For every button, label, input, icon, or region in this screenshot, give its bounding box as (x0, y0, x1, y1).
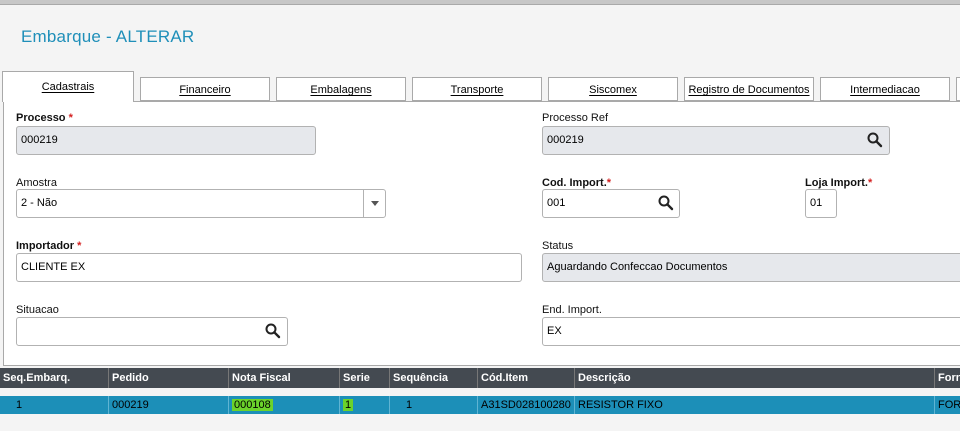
search-icon[interactable] (655, 192, 677, 214)
items-grid: Seq.Embarq. Pedido Nota Fiscal Serie Seq… (0, 368, 960, 431)
importador-field[interactable]: CLIENTE EX (16, 253, 522, 282)
nota-fiscal-highlight: 000108 (232, 399, 273, 411)
loja-import-label: Loja Import.* (805, 177, 873, 189)
col-forn[interactable]: Forn (935, 368, 960, 388)
importador-label: Importador * (16, 240, 82, 252)
cell-sequencia: 1 (390, 396, 478, 414)
col-descricao[interactable]: Descrição (575, 368, 935, 388)
tab-registro-de-documentos[interactable]: Registro de Documentos (684, 77, 814, 101)
col-sequencia[interactable]: Sequência (390, 368, 478, 388)
amostra-select[interactable]: 2 - Não (16, 189, 386, 218)
col-serie[interactable]: Serie (340, 368, 390, 388)
end-import-label: End. Import. (542, 304, 602, 316)
page-title: Embarque - ALTERAR (21, 27, 195, 46)
end-import-field[interactable]: EX (542, 317, 960, 346)
col-seq-embarq[interactable]: Seq.Embarq. (0, 368, 109, 388)
cell-seq: 1 (0, 396, 109, 414)
tab-siscomex[interactable]: Siscomex (548, 77, 678, 101)
situacao-label: Situacao (16, 304, 59, 316)
search-icon[interactable] (262, 320, 284, 342)
cod-import-label: Cod. Import.* (542, 177, 612, 189)
tab-transporte[interactable]: Transporte (412, 77, 542, 101)
cell-pedido: 000219 (109, 396, 229, 414)
cadastrais-panel: Processo * 000219 Processo Ref 000219 Am… (3, 101, 960, 366)
dropdown-button[interactable] (363, 190, 385, 217)
tab-overflow[interactable] (956, 77, 960, 101)
processo-ref-field[interactable]: 000219 (542, 126, 890, 155)
cell-cod-item: A31SD028100280 (478, 396, 575, 414)
col-cod-item[interactable]: Cód.Item (478, 368, 575, 388)
serie-highlight: 1 (343, 399, 354, 411)
tab-intermediacao[interactable]: Intermediacao (820, 77, 950, 101)
amostra-value: 2 - Não (21, 197, 58, 209)
cod-import-value: 001 (547, 197, 566, 209)
amostra-label: Amostra (16, 177, 57, 189)
tab-bar: Cadastrais Financeiro Embalagens Transpo… (0, 70, 960, 102)
processo-ref-label: Processo Ref (542, 112, 609, 124)
processo-ref-value: 000219 (547, 134, 584, 146)
caret-down-icon (371, 201, 379, 206)
processo-label: Processo * (16, 112, 73, 124)
tab-embalagens[interactable]: Embalagens (276, 77, 406, 101)
status-field[interactable]: Aguardando Confeccao Documentos (542, 253, 960, 282)
grid-header: Seq.Embarq. Pedido Nota Fiscal Serie Seq… (0, 368, 960, 388)
required-marker: * (68, 112, 73, 124)
col-nota-fiscal[interactable]: Nota Fiscal (229, 368, 340, 388)
page-header: Embarque - ALTERAR (0, 5, 960, 67)
col-pedido[interactable]: Pedido (109, 368, 229, 388)
cell-descricao: RESISTOR FIXO (575, 396, 935, 414)
tab-cadastrais[interactable]: Cadastrais (2, 71, 134, 102)
status-label: Status (542, 240, 574, 252)
cell-nota-fiscal: 000108 (229, 396, 340, 414)
processo-field[interactable]: 000219 (16, 126, 316, 155)
loja-import-field[interactable]: 01 (805, 189, 837, 218)
table-row[interactable]: 1 000219 000108 1 1 A31SD028100280 RESIS… (0, 396, 960, 414)
cell-serie: 1 (340, 396, 390, 414)
cell-forn: FOR (938, 399, 960, 411)
tab-financeiro[interactable]: Financeiro (140, 77, 270, 101)
situacao-field[interactable] (16, 317, 288, 346)
search-icon[interactable] (864, 129, 886, 151)
